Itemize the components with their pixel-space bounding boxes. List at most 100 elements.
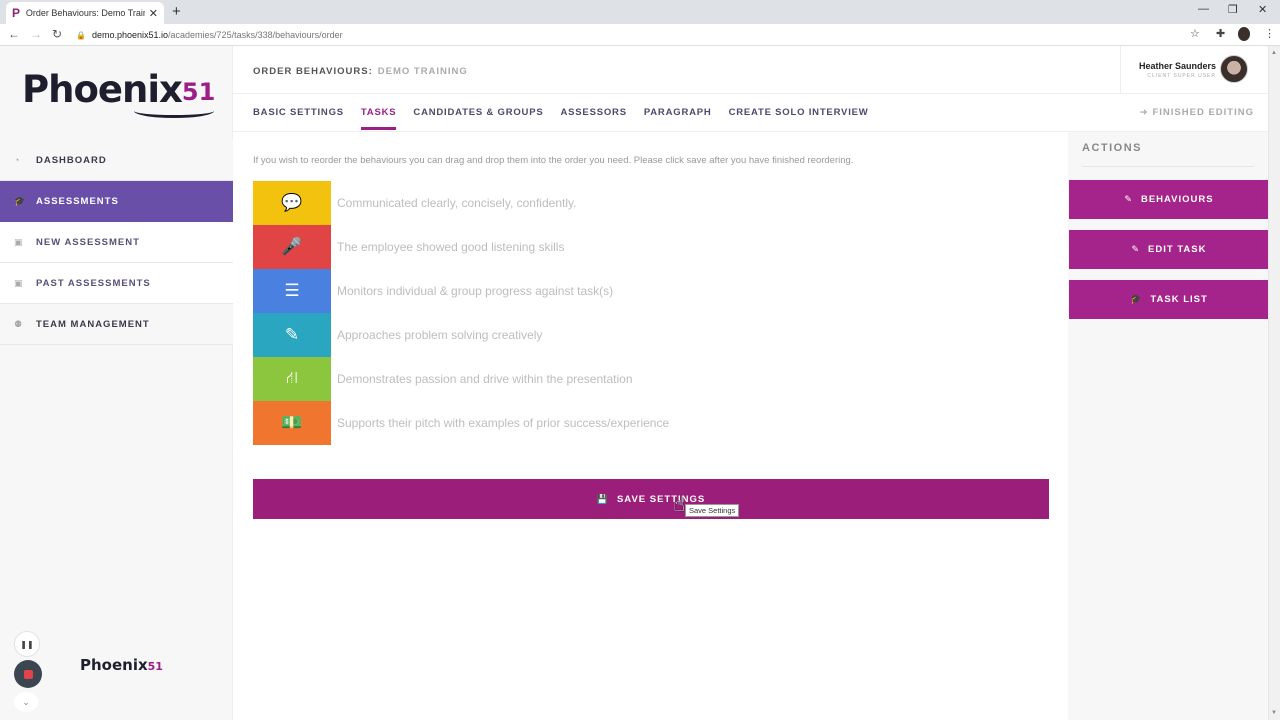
- behaviour-color-block: ✎: [253, 313, 331, 357]
- behaviour-item[interactable]: 🎤 The employee showed good listening ski…: [253, 225, 1033, 269]
- chevron-down-icon: ⌄: [22, 696, 30, 707]
- actions-heading: ACTIONS: [1082, 142, 1142, 154]
- tab-tasks[interactable]: TASKS: [360, 94, 397, 132]
- sidebar-item-new-assessment[interactable]: ▣ NEW ASSESSMENT: [0, 222, 233, 263]
- new-tab-icon[interactable]: +: [172, 3, 181, 20]
- recorder-pause-button[interactable]: ❚❚: [14, 631, 40, 657]
- settings-tabs: BASIC SETTINGS TASKS CANDIDATES & GROUPS…: [253, 94, 886, 132]
- menu-dots-icon[interactable]: ⋮: [1264, 27, 1275, 40]
- logo-swoosh: [134, 104, 214, 118]
- dashboard-icon: ◔: [14, 155, 20, 165]
- sidebar-nav: ◔ DASHBOARD 🎓 ASSESSMENTS ▣ NEW ASSESSME…: [0, 140, 233, 345]
- reload-icon[interactable]: ↻: [52, 27, 62, 41]
- hand-cursor-icon: ☝: [673, 494, 686, 516]
- behaviour-list: 💬 Communicated clearly, concisely, confi…: [253, 181, 1033, 445]
- url-field[interactable]: 🔒 demo.phoenix51.io/academies/725/tasks/…: [76, 27, 343, 43]
- extensions-icon[interactable]: ✚: [1216, 27, 1225, 40]
- table-list-icon: ☰: [284, 281, 300, 300]
- footer-logo: Phoenix51: [80, 656, 163, 674]
- calendar-plus-icon: ▣: [14, 236, 23, 247]
- user-name: Heather Saunders: [1138, 61, 1216, 71]
- sidebar-item-team-management[interactable]: ⚉ TEAM MANAGEMENT: [0, 304, 233, 345]
- bookmark-star-icon[interactable]: ☆: [1190, 27, 1200, 40]
- sidebar-item-dashboard[interactable]: ◔ DASHBOARD: [0, 140, 233, 181]
- sign-out-icon: ➜: [1139, 107, 1149, 118]
- tab-basic-settings[interactable]: BASIC SETTINGS: [253, 94, 344, 132]
- tabs-bar: BASIC SETTINGS TASKS CANDIDATES & GROUPS…: [233, 94, 1268, 132]
- save-tooltip: Save Settings: [685, 504, 740, 517]
- behaviour-item[interactable]: ✎ Approaches problem solving creatively: [253, 313, 1033, 357]
- restore-icon[interactable]: ❐: [1228, 3, 1238, 16]
- edit-task-button[interactable]: ✎ EDIT TASK: [1069, 230, 1269, 269]
- behaviours-button[interactable]: ✎ BEHAVIOURS: [1069, 180, 1269, 219]
- sidebar-item-assessments[interactable]: 🎓 ASSESSMENTS: [0, 181, 233, 222]
- user-menu[interactable]: Heather Saunders CLIENT SUPER USER: [1120, 46, 1268, 94]
- profile-icon[interactable]: [1238, 27, 1250, 41]
- reorder-instructions: If you wish to reorder the behaviours yo…: [253, 155, 854, 166]
- behaviour-label: The employee showed good listening skill…: [337, 240, 565, 254]
- minimize-icon[interactable]: —: [1198, 3, 1209, 15]
- scroll-down-icon[interactable]: ▼: [1271, 710, 1277, 716]
- pause-icon: ❚❚: [20, 639, 34, 649]
- task-list-button[interactable]: 🎓 TASK LIST: [1069, 280, 1269, 319]
- tab-paragraph[interactable]: PARAGRAPH: [644, 94, 712, 132]
- behaviour-label: Approaches problem solving creatively: [337, 328, 543, 342]
- breadcrumb: ORDER BEHAVIOURS: DEMO TRAINING: [253, 66, 468, 77]
- page-header: ORDER BEHAVIOURS: DEMO TRAINING: [233, 46, 1120, 94]
- recorder-collapse-button[interactable]: ⌄: [14, 692, 38, 712]
- behaviour-label: Supports their pitch with examples of pr…: [337, 416, 670, 430]
- pencil-icon: ✎: [1131, 244, 1141, 254]
- behaviour-label: Demonstrates passion and drive within th…: [337, 372, 633, 386]
- graduation-cap-icon: 🎓: [1130, 294, 1143, 304]
- address-bar: ← → ↻ 🔒 demo.phoenix51.io/academies/725/…: [0, 24, 1280, 46]
- back-icon[interactable]: ←: [8, 27, 20, 41]
- road-icon: ⛙: [286, 368, 298, 387]
- favicon-icon: P: [12, 6, 21, 20]
- behaviour-item[interactable]: 💬 Communicated clearly, concisely, confi…: [253, 181, 1033, 225]
- behaviour-item[interactable]: ☰ Monitors individual & group progress a…: [253, 269, 1033, 313]
- behaviour-item[interactable]: ⛙ Demonstrates passion and drive within …: [253, 357, 1033, 401]
- behaviour-label: Monitors individual & group progress aga…: [337, 284, 614, 298]
- sidebar-item-past-assessments[interactable]: ▣ PAST ASSESSMENTS: [0, 263, 233, 304]
- main-content: If you wish to reorder the behaviours yo…: [233, 132, 1068, 720]
- url-path: /academies/725/tasks/338/behaviours/orde…: [168, 30, 343, 40]
- scroll-up-icon[interactable]: ▲: [1271, 50, 1277, 56]
- behaviour-color-block: ☰: [253, 269, 331, 313]
- sidebar: Phoenix51 ◔ DASHBOARD 🎓 ASSESSMENTS ▣ NE…: [0, 46, 233, 720]
- lock-icon: 🔒: [76, 30, 86, 40]
- behaviour-item[interactable]: 💵 Supports their pitch with examples of …: [253, 401, 1033, 445]
- behaviour-color-block: 💵: [253, 401, 331, 445]
- url-host: demo.phoenix51.io: [91, 30, 169, 40]
- browser-tabstrip: P Order Behaviours: Demo Training ✕ + — …: [0, 0, 1280, 24]
- page-subtitle: DEMO TRAINING: [377, 66, 468, 77]
- stop-icon: [23, 669, 33, 679]
- browser-tab-title: Order Behaviours: Demo Training: [25, 8, 145, 18]
- behaviour-color-block: 🎤: [253, 225, 331, 269]
- behaviour-color-block: ⛙: [253, 357, 331, 401]
- graduation-cap-icon: 🎓: [14, 196, 26, 206]
- users-icon: ⚉: [14, 318, 23, 329]
- finished-editing-button[interactable]: ➜ FINISHED EDITING: [1140, 107, 1254, 118]
- behaviour-label: Communicated clearly, concisely, confide…: [337, 196, 577, 210]
- floppy-disk-icon: 💾: [596, 493, 609, 504]
- tab-candidates-groups[interactable]: CANDIDATES & GROUPS: [413, 94, 543, 132]
- recorder-stop-button[interactable]: [14, 660, 42, 688]
- browser-tab[interactable]: P Order Behaviours: Demo Training ✕: [6, 2, 164, 24]
- page-scrollbar[interactable]: ▲ ▼: [1268, 46, 1280, 720]
- actions-panel: ACTIONS ✎ BEHAVIOURS ✎ EDIT TASK 🎓 TASK LIS…: [1068, 132, 1269, 720]
- pencil-icon: ✎: [1124, 194, 1133, 204]
- window-close-icon[interactable]: ✕: [1258, 3, 1267, 16]
- tab-create-solo-interview[interactable]: CREATE SOLO INTERVIEW: [729, 94, 869, 132]
- close-tab-icon[interactable]: ✕: [149, 7, 158, 20]
- behaviour-color-block: 💬: [253, 181, 331, 225]
- pencil-icon: ✎: [284, 325, 300, 344]
- forward-icon[interactable]: →: [30, 27, 42, 41]
- calendar-minus-icon: ▣: [14, 277, 23, 288]
- user-role: CLIENT SUPER USER: [1147, 73, 1216, 79]
- actions-divider: [1082, 166, 1254, 167]
- avatar[interactable]: [1220, 55, 1248, 83]
- phoenix51-logo[interactable]: Phoenix51: [22, 68, 215, 118]
- save-settings-button[interactable]: 💾 SAVE SETTINGS: [253, 479, 1049, 519]
- microphone-icon: 🎤: [281, 237, 303, 256]
- tab-assessors[interactable]: ASSESSORS: [561, 94, 627, 132]
